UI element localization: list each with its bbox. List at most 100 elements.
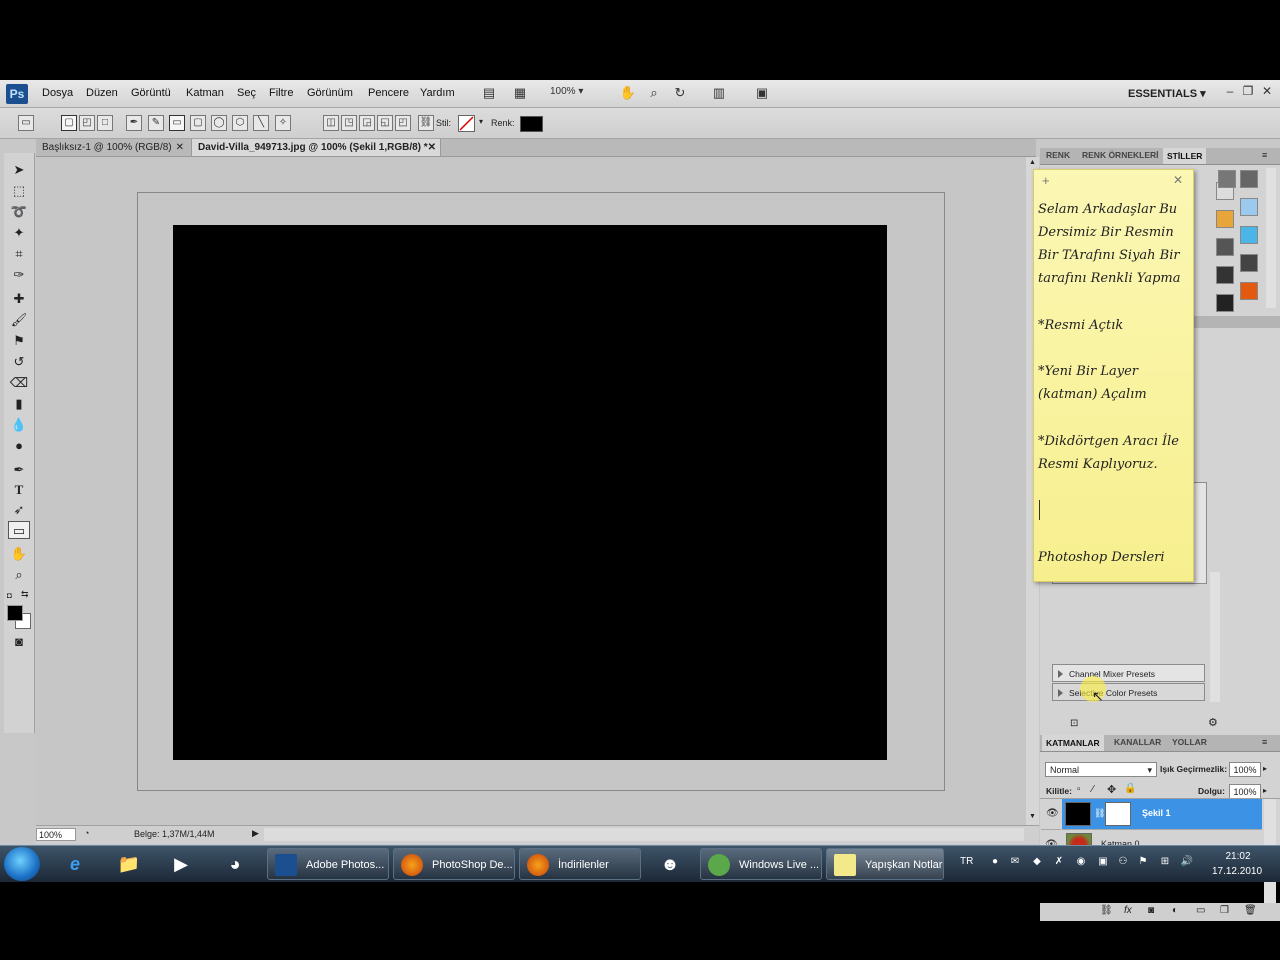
tab-renk[interactable]: RENK bbox=[1046, 150, 1070, 160]
clock-time[interactable]: 21:02 bbox=[1213, 851, 1263, 862]
menu-gorunum[interactable]: Görünüm bbox=[307, 87, 353, 99]
style-swatch[interactable] bbox=[1240, 226, 1258, 244]
pinned-app-icon[interactable]: ◕ bbox=[220, 850, 250, 878]
lock-transparent-icon[interactable]: ▫ bbox=[1077, 784, 1081, 795]
line-button[interactable]: ╲ bbox=[253, 115, 269, 131]
menu-dosya[interactable]: Dosya bbox=[42, 87, 73, 99]
layer-style-icon[interactable]: fx bbox=[1124, 905, 1132, 916]
tray-flag-icon[interactable]: ⚑ bbox=[1136, 856, 1150, 870]
intersect-shape-area-button[interactable]: ◱ bbox=[377, 115, 393, 131]
custom-shape-button[interactable]: ✧ bbox=[275, 115, 291, 131]
menu-duzen[interactable]: Düzen bbox=[86, 87, 118, 99]
hand-tool-icon[interactable]: ✋ bbox=[619, 84, 637, 102]
style-swatch[interactable] bbox=[1216, 294, 1234, 312]
adjustment-return-icon[interactable]: ⊡ bbox=[1070, 718, 1078, 729]
menu-pencere[interactable]: Pencere bbox=[368, 87, 409, 99]
move-tool-icon[interactable]: ➤ bbox=[8, 161, 30, 179]
group-icon[interactable]: ▭ bbox=[1196, 905, 1205, 916]
tray-tools-icon[interactable]: ✗ bbox=[1052, 856, 1066, 870]
tray-mail-icon[interactable]: ✉ bbox=[1008, 856, 1022, 870]
scroll-down-icon[interactable]: ▼ bbox=[1029, 813, 1036, 820]
style-swatch[interactable] bbox=[1240, 282, 1258, 300]
canvas-horizontal-scrollbar[interactable] bbox=[264, 828, 1024, 841]
panel-menu-icon[interactable]: ≡ bbox=[1262, 150, 1267, 160]
link-layers-icon[interactable]: ⛓ bbox=[1100, 905, 1113, 916]
zoom-tool-icon[interactable]: ⌕ bbox=[8, 566, 30, 584]
foreground-color-swatch[interactable] bbox=[7, 605, 23, 621]
opacity-arrow-icon[interactable]: ▸ bbox=[1263, 764, 1267, 773]
style-swatch[interactable] bbox=[1240, 170, 1258, 188]
blur-tool-icon[interactable]: 💧 bbox=[8, 416, 30, 434]
tab-close-icon[interactable]: ✕ bbox=[176, 139, 184, 156]
media-player-icon[interactable]: ▶ bbox=[166, 850, 196, 878]
crop-tool-icon[interactable]: ⌗ bbox=[8, 245, 30, 263]
style-swatch[interactable] bbox=[1216, 266, 1234, 284]
presets-scrollbar[interactable] bbox=[1210, 572, 1220, 702]
hand-tool-icon[interactable]: ✋ bbox=[8, 545, 30, 563]
style-swatch[interactable] bbox=[1218, 170, 1236, 188]
history-brush-tool-icon[interactable]: ↺ bbox=[8, 353, 30, 371]
quick-mask-icon[interactable]: ◙ bbox=[8, 633, 30, 651]
clone-stamp-tool-icon[interactable]: ⚑ bbox=[8, 332, 30, 350]
blend-mode-select[interactable]: Normal ▾ bbox=[1045, 762, 1157, 777]
pen-tool-icon[interactable]: ✒ bbox=[8, 461, 30, 479]
swap-colors-icon[interactable]: ⇆ bbox=[21, 589, 29, 600]
freeform-pen-button[interactable]: ✎ bbox=[148, 115, 164, 131]
language-indicator[interactable]: TR bbox=[960, 856, 973, 867]
tray-display-icon[interactable]: ▣ bbox=[1096, 856, 1110, 870]
fill-arrow-icon[interactable]: ▸ bbox=[1263, 786, 1267, 795]
fill-field[interactable]: 100% bbox=[1229, 784, 1261, 799]
polygon-button[interactable]: ⬡ bbox=[232, 115, 248, 131]
task-downloads[interactable]: İndirilenler bbox=[519, 848, 641, 880]
menu-goruntu[interactable]: Görüntü bbox=[131, 87, 171, 99]
tab-yollar[interactable]: YOLLAR bbox=[1172, 737, 1207, 747]
scroll-up-icon[interactable]: ▲ bbox=[1029, 159, 1036, 166]
tab-stiller[interactable]: STİLLER bbox=[1163, 148, 1207, 164]
lock-all-icon[interactable]: 🔒 bbox=[1124, 783, 1136, 794]
paths-button[interactable]: ◰ bbox=[79, 115, 95, 131]
new-shape-layer-button[interactable]: ◫ bbox=[323, 115, 339, 131]
lock-position-icon[interactable]: ✥ bbox=[1107, 783, 1116, 796]
menu-sec[interactable]: Seç bbox=[237, 87, 256, 99]
file-explorer-icon[interactable]: 📁 bbox=[114, 850, 144, 878]
opacity-field[interactable]: 100% bbox=[1229, 762, 1261, 777]
eyedropper-tool-icon[interactable]: ✑ bbox=[8, 266, 30, 284]
task-photoshop[interactable]: Adobe Photos... bbox=[267, 848, 389, 880]
add-mask-icon[interactable]: ◙ bbox=[1148, 905, 1154, 916]
preset-channel-mixer[interactable]: Channel Mixer Presets bbox=[1052, 664, 1205, 682]
style-swatch[interactable] bbox=[1240, 254, 1258, 272]
gradient-tool-icon[interactable]: ▮ bbox=[8, 395, 30, 413]
shape-layers-button[interactable]: ▢ bbox=[61, 115, 77, 131]
new-layer-icon[interactable]: ❐ bbox=[1220, 905, 1229, 916]
rectangle-tool-icon[interactable]: ▭ bbox=[8, 521, 30, 539]
tab-renk-ornekleri[interactable]: RENK ÖRNEKLERİ bbox=[1082, 150, 1159, 160]
style-picker[interactable] bbox=[458, 115, 475, 132]
trash-icon[interactable]: 🗑 bbox=[1244, 905, 1257, 916]
zoom-level-select[interactable]: 100% ▾ bbox=[550, 86, 600, 101]
status-menu-icon[interactable]: ◔ bbox=[84, 828, 89, 838]
restore-icon[interactable]: ❐ bbox=[1240, 84, 1256, 100]
style-swatch[interactable] bbox=[1216, 238, 1234, 256]
eye-icon[interactable]: 👁 bbox=[1046, 808, 1059, 819]
adjustment-options-icon[interactable]: ⚙ bbox=[1208, 716, 1218, 729]
arrange-documents-icon[interactable]: ▥ bbox=[710, 84, 728, 102]
quick-selection-tool-icon[interactable]: ✦ bbox=[8, 224, 30, 242]
sticky-note[interactable]: + ✕ Selam Arkadaşlar Bu Dersimiz Bir Res… bbox=[1033, 169, 1194, 582]
close-note-icon[interactable]: ✕ bbox=[1173, 173, 1183, 187]
menu-filtre[interactable]: Filtre bbox=[269, 87, 293, 99]
tray-security-icon[interactable]: ◉ bbox=[1074, 856, 1088, 870]
start-button[interactable] bbox=[4, 847, 40, 881]
screen-mode-icon[interactable]: ▣ bbox=[753, 84, 771, 102]
tab-untitled[interactable]: Başlıksız-1 @ 100% (RGB/8) ✕ bbox=[36, 139, 188, 156]
add-note-icon[interactable]: + bbox=[1042, 173, 1050, 188]
tab-david-villa[interactable]: David-Villa_949713.jpg @ 100% (Şekil 1,R… bbox=[191, 139, 441, 156]
panel-menu-icon[interactable]: ≡ bbox=[1262, 737, 1267, 747]
link-style-button[interactable]: ⛓ bbox=[418, 115, 434, 131]
tab-close-icon[interactable]: ✕ bbox=[428, 139, 436, 156]
menu-yardim[interactable]: Yardım bbox=[420, 87, 455, 99]
close-icon[interactable]: ✕ bbox=[1259, 84, 1275, 100]
fill-pixels-button[interactable]: □ bbox=[97, 115, 113, 131]
brush-tool-icon[interactable]: 🖌 bbox=[8, 311, 30, 329]
default-colors-icon[interactable]: ◘ bbox=[7, 591, 15, 600]
lock-pixels-icon[interactable]: ∕ bbox=[1092, 784, 1094, 795]
